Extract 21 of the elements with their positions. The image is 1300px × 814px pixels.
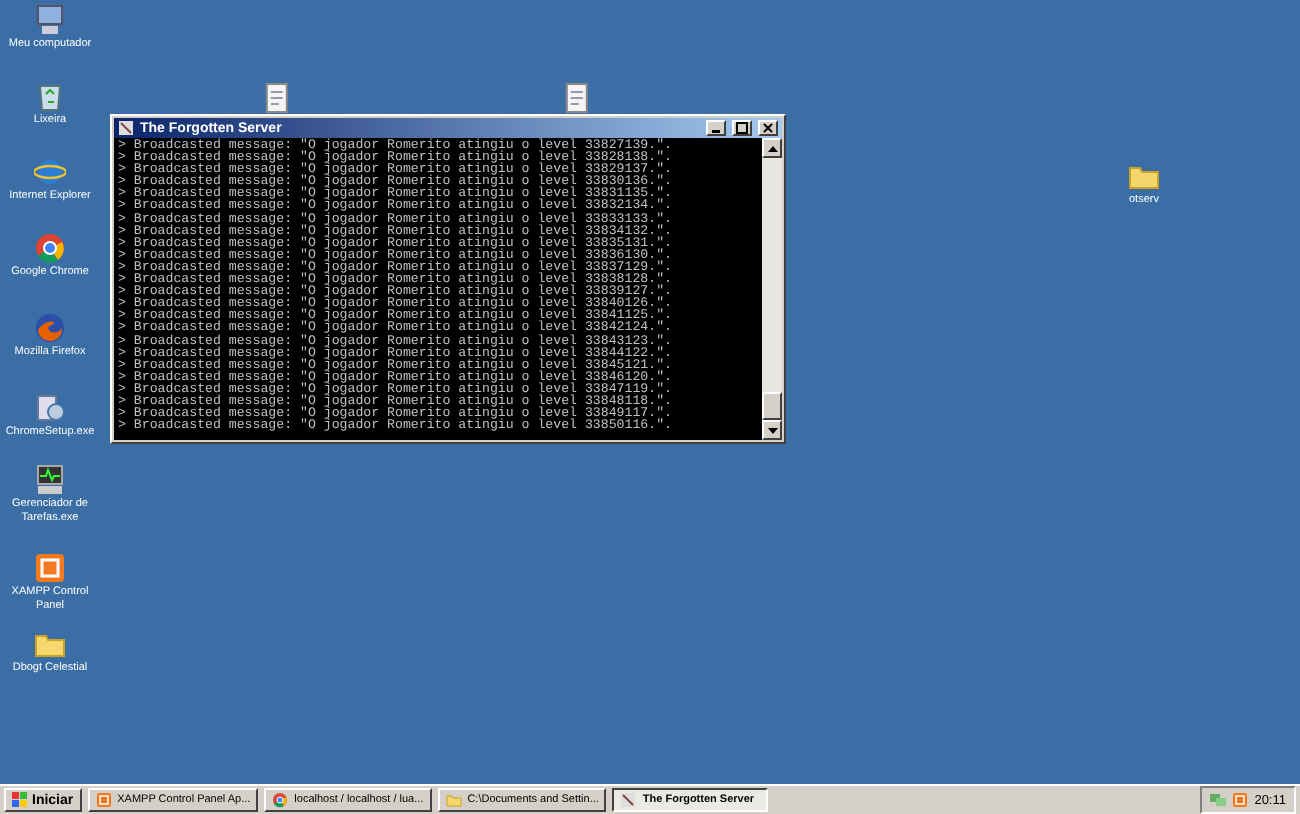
computer-icon xyxy=(34,4,66,36)
xampp-icon xyxy=(34,552,66,584)
minimize-button[interactable] xyxy=(706,120,726,136)
scroll-up-icon[interactable] xyxy=(767,145,777,151)
folder-icon xyxy=(445,792,462,808)
monitor-icon xyxy=(34,464,66,496)
windows-logo-icon xyxy=(12,792,28,808)
installer-icon xyxy=(34,392,66,424)
scroll-down-icon[interactable] xyxy=(767,427,777,433)
close-icon xyxy=(762,122,774,134)
maximize-button[interactable] xyxy=(732,120,752,136)
scrollbar-thumb[interactable] xyxy=(762,392,782,420)
close-button[interactable] xyxy=(758,120,778,136)
maximize-icon xyxy=(736,122,748,134)
recycle-bin-icon xyxy=(34,80,66,112)
chrome-icon xyxy=(272,792,289,808)
scrollbar[interactable] xyxy=(762,138,782,440)
chrome-icon xyxy=(34,232,66,264)
xampp-icon xyxy=(1232,792,1249,808)
firefox-icon xyxy=(34,312,66,344)
xampp-icon xyxy=(95,792,112,808)
